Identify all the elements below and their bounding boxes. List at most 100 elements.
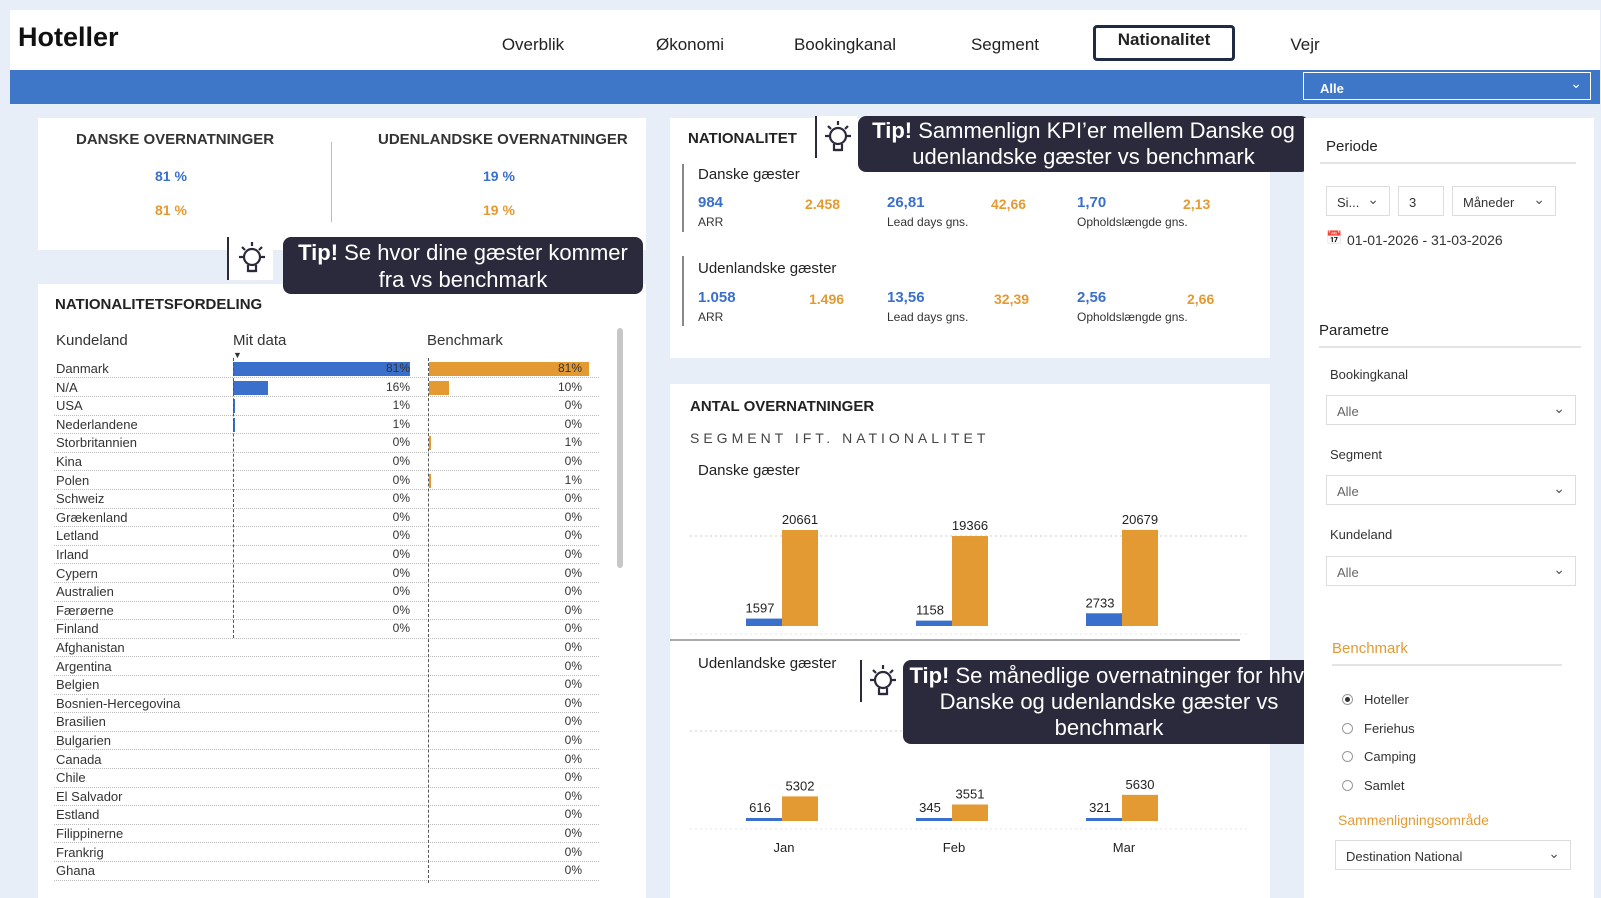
table-scrollbar[interactable]: [617, 328, 623, 568]
chevron-down-icon: ⌄: [1533, 191, 1545, 207]
table-row[interactable]: Estland 0%: [54, 806, 599, 825]
bench-value: 0%: [564, 658, 582, 673]
table-row[interactable]: Polen 0% 1%: [54, 472, 599, 490]
benchmark-divider: [1332, 664, 1562, 666]
bar-bench: [782, 530, 818, 626]
table-row[interactable]: Brasilien 0%: [54, 713, 599, 732]
bookingkanal-select[interactable]: Alle ⌄: [1326, 395, 1576, 425]
benchmark-radio[interactable]: [1342, 694, 1353, 705]
table-row[interactable]: Færøerne 0% 0%: [54, 602, 599, 621]
period-unit-select[interactable]: Måneder ⌄: [1452, 186, 1556, 216]
benchmark-radio[interactable]: [1342, 751, 1353, 762]
mine-value: 0%: [392, 547, 410, 561]
tip1-text: Se hvor dine gæster kommer fra vs benchm…: [338, 240, 628, 292]
kpi-divider: [331, 142, 332, 222]
calendar-icon[interactable]: 📅: [1326, 230, 1342, 246]
benchmark-radio[interactable]: [1342, 779, 1353, 791]
data-label: 1158: [916, 603, 944, 618]
table-row[interactable]: Belgien 0%: [54, 676, 599, 695]
tip2-text: Sammenlign KPI’er mellem Danske og udenl…: [912, 118, 1295, 169]
nationalitet-kpi-title: NATIONALITET: [688, 130, 797, 147]
country-name: Kina: [56, 454, 83, 469]
lightbulb-icon: [870, 665, 896, 696]
tab-økonomi[interactable]: Økonomi: [640, 30, 740, 60]
benchmark-radio[interactable]: [1342, 722, 1353, 734]
table-row[interactable]: Grækenland 0% 0%: [54, 509, 599, 528]
tab-overblik[interactable]: Overblik: [483, 30, 583, 60]
table-row[interactable]: Chile 0%: [54, 769, 599, 788]
col-header-country[interactable]: Kundeland: [56, 332, 128, 349]
udenlandske-group-title: Udenlandske gæster: [698, 260, 837, 277]
mine-value: 0%: [392, 491, 410, 506]
udenlandske-kpi-bench: 19 %: [483, 202, 515, 218]
chevron-down-icon: ⌄: [1367, 191, 1379, 207]
chevron-down-icon: ⌄: [1553, 400, 1565, 416]
udenlandske-lead-bench: 32,39: [994, 291, 1030, 307]
bench-value: 10%: [557, 379, 582, 394]
benchmark-option-label[interactable]: Samlet: [1364, 778, 1404, 793]
country-name: Storbritannien: [56, 435, 137, 451]
period-count-value: 3: [1409, 195, 1417, 210]
benchmark-option-label[interactable]: Feriehus: [1364, 721, 1415, 736]
udenlandske-kpi-mine: 19 %: [483, 168, 515, 184]
benchmark-option-label[interactable]: Hoteller: [1364, 692, 1409, 707]
bench-value: 0%: [564, 454, 582, 468]
period-type-select[interactable]: Si... ⌄: [1326, 186, 1390, 216]
period-count-input[interactable]: 3: [1398, 186, 1444, 216]
data-label: 20679: [1122, 512, 1158, 527]
benchmark-option-label[interactable]: Camping: [1364, 749, 1416, 764]
table-row[interactable]: Australien 0% 0%: [54, 583, 599, 602]
table-row[interactable]: Cypern 0% 0%: [54, 565, 599, 583]
top-filter-dropdown[interactable]: Alle ⌄: [1303, 72, 1591, 100]
table-row[interactable]: Schweiz 0% 0%: [54, 490, 599, 509]
tab-bookingkanal[interactable]: Bookingkanal: [790, 30, 900, 60]
segment-select[interactable]: Alle ⌄: [1326, 475, 1576, 505]
table-row[interactable]: N/A 16% 10%: [54, 379, 599, 397]
table-row[interactable]: Bulgarien 0%: [54, 732, 599, 751]
table-row[interactable]: Irland 0% 0%: [54, 546, 599, 565]
col-header-mine[interactable]: Mit data: [233, 332, 286, 349]
bench-value: 0%: [564, 547, 582, 561]
kundeland-select[interactable]: Alle ⌄: [1326, 556, 1576, 586]
table-row[interactable]: USA 1% 0%: [54, 397, 599, 416]
table-row[interactable]: Kina 0% 0%: [54, 453, 599, 472]
table-row[interactable]: Finland 0% 0%: [54, 620, 599, 639]
country-name: Ghana: [56, 863, 96, 879]
col-header-bench[interactable]: Benchmark: [427, 332, 503, 349]
table-row[interactable]: Nederlandene 1% 0%: [54, 416, 599, 435]
bench-value: 0%: [564, 677, 582, 692]
mine-value: 0%: [392, 621, 410, 636]
table-row[interactable]: Filippinerne 0%: [54, 825, 599, 844]
table-row[interactable]: Ghana 0%: [54, 862, 599, 881]
table-row[interactable]: Letland 0% 0%: [54, 527, 599, 546]
bar-mine: [916, 620, 952, 626]
lightbulb-icon: [239, 242, 265, 273]
comparison-select[interactable]: Destination National ⌄: [1335, 840, 1571, 870]
udenlandske-arr-bench: 1.496: [809, 291, 845, 307]
table-row[interactable]: Danmark 81% 81%: [54, 360, 599, 379]
country-name: Grækenland: [56, 509, 128, 525]
tip-nationality: Tip! Se hvor dine gæster kommer fra vs b…: [283, 237, 643, 294]
tab-vejr[interactable]: Vejr: [1270, 30, 1340, 60]
table-row[interactable]: El Salvador 0%: [54, 788, 599, 807]
bench-value: 0%: [564, 584, 582, 599]
table-row[interactable]: Canada 0%: [54, 751, 599, 769]
tab-segment[interactable]: Segment: [960, 30, 1050, 60]
country-name: Bulgarien: [56, 733, 111, 748]
tab-nationalitet[interactable]: Nationalitet: [1093, 25, 1235, 61]
segment-label: Segment: [1330, 447, 1383, 462]
table-row[interactable]: Afghanistan 0%: [54, 639, 599, 658]
table-row[interactable]: Bosnien-Hercegovina 0%: [54, 695, 599, 714]
data-label: 19366: [952, 518, 988, 533]
data-label: 2733: [1086, 595, 1115, 610]
udenlandske-stay-label: Opholdslængde gns.: [1077, 310, 1188, 324]
bar-bench: [952, 804, 988, 821]
country-name: Estland: [56, 807, 100, 823]
danske-arr-bench: 2.458: [805, 196, 841, 212]
danske-lead-mine: 26,81: [887, 194, 925, 211]
table-row[interactable]: Argentina 0%: [54, 658, 599, 676]
table-row[interactable]: Storbritannien 0% 1%: [54, 434, 599, 453]
danske-group-bar: [682, 164, 684, 232]
lightbulb-icon: [825, 121, 851, 152]
table-row[interactable]: Frankrig 0%: [54, 844, 599, 862]
